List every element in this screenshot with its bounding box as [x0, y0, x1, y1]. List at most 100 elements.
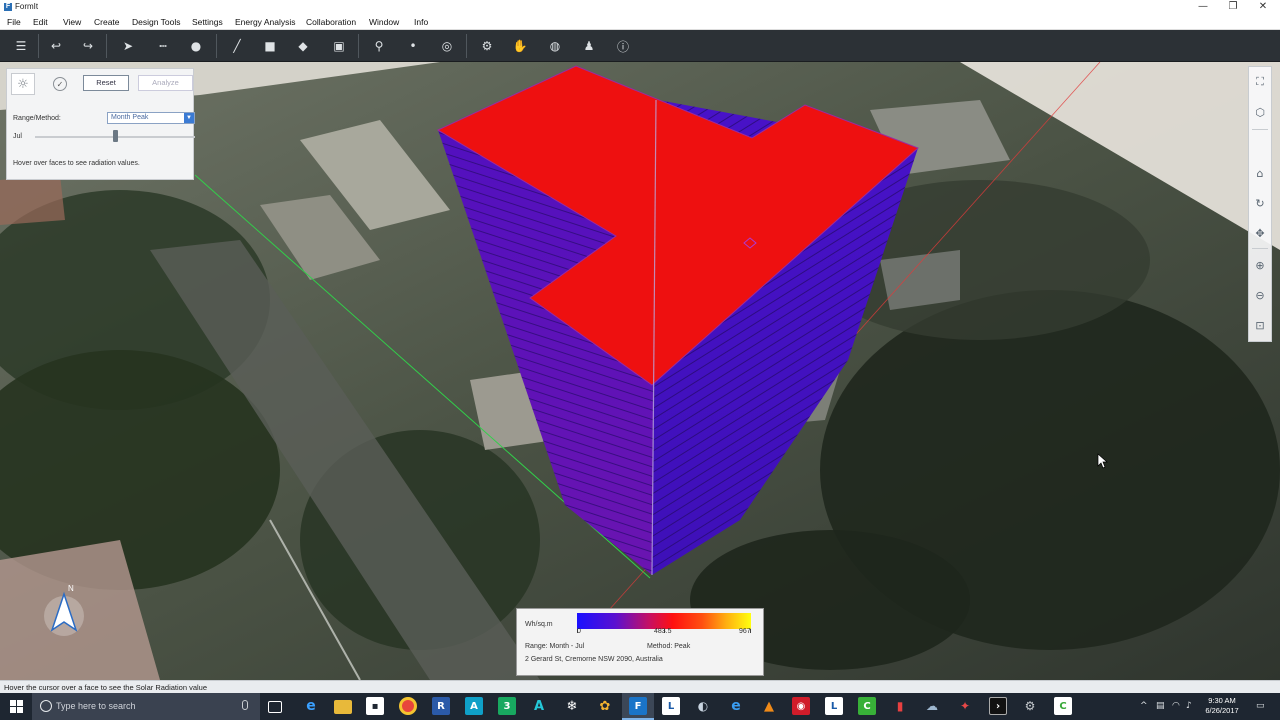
toolbar-divider: [216, 34, 217, 58]
view-cube-icon[interactable]: ⬡: [1251, 103, 1269, 121]
pan-icon[interactable]: ✥: [1251, 224, 1269, 242]
terminal-icon[interactable]: ›: [989, 697, 1007, 715]
internet-explorer-icon[interactable]: e: [727, 697, 745, 715]
legend-method: Method: Peak: [647, 643, 691, 650]
clock-date: 6/26/2017: [1205, 706, 1239, 715]
settings-app-icon[interactable]: ⚙: [1021, 697, 1039, 715]
menu-window[interactable]: Window: [369, 17, 399, 27]
c-app-2-icon[interactable]: C: [1054, 697, 1072, 715]
file-explorer-icon[interactable]: [334, 700, 352, 714]
orbit-icon[interactable]: ◎: [437, 36, 457, 56]
steam-icon[interactable]: ◐: [694, 697, 712, 715]
book-icon[interactable]: ▮: [891, 697, 909, 715]
range-method-label: Range/Method:: [13, 115, 61, 122]
month-slider-handle[interactable]: [112, 130, 118, 142]
flower-icon[interactable]: ✿: [596, 697, 614, 715]
red-app-icon[interactable]: ◉: [792, 697, 810, 715]
task-view-icon[interactable]: [268, 701, 282, 713]
fit-view-icon[interactable]: ⛶: [1251, 73, 1269, 91]
range-method-value: Month Peak: [111, 114, 149, 121]
store-icon[interactable]: ▪: [366, 697, 384, 715]
close-button[interactable]: ✕: [1248, 0, 1278, 14]
analyze-button[interactable]: Analyze: [138, 75, 193, 91]
edge-icon[interactable]: e: [302, 697, 320, 715]
gear-icon[interactable]: ⚙: [477, 36, 497, 56]
menu-settings[interactable]: Settings: [192, 17, 223, 27]
select-icon[interactable]: ➤: [118, 36, 138, 56]
zoom-in-icon[interactable]: ⊕: [1251, 256, 1269, 274]
toolbar-divider: [38, 34, 39, 58]
undo-icon[interactable]: ↩: [46, 36, 66, 56]
menu-create[interactable]: Create: [94, 17, 120, 27]
menu-design-tools[interactable]: Design Tools: [132, 17, 181, 27]
person-icon[interactable]: ♟: [579, 36, 599, 56]
range-method-select[interactable]: Month Peak ▼: [107, 112, 195, 124]
menu-bar: File Edit View Create Design Tools Setti…: [0, 14, 1280, 30]
chrome-icon[interactable]: [399, 697, 417, 715]
volume-icon[interactable]: ♪: [1186, 701, 1192, 711]
network-icon[interactable]: ▤: [1156, 701, 1165, 711]
menu-energy-analysis[interactable]: Energy Analysis: [235, 17, 295, 27]
vlc-icon[interactable]: ▲: [760, 697, 778, 715]
reset-button[interactable]: Reset: [83, 75, 129, 91]
hover-hint: Hover over faces to see radiation values…: [13, 160, 140, 167]
compass-widget[interactable]: N: [40, 584, 88, 636]
windows-start-button[interactable]: [0, 693, 32, 720]
neighbor-roof: [0, 175, 65, 225]
tray-chevron-icon[interactable]: ^: [1140, 701, 1148, 711]
toolbar-divider: [358, 34, 359, 58]
circle-icon[interactable]: ●: [186, 36, 206, 56]
sun-icon[interactable]: ☼: [11, 73, 35, 95]
chevron-down-icon: ▼: [184, 113, 194, 123]
group-icon[interactable]: ▣: [329, 36, 349, 56]
orbit-icon[interactable]: ↻: [1251, 194, 1269, 212]
formit-icon[interactable]: F: [629, 697, 647, 715]
checkmark-icon[interactable]: ✓: [53, 77, 67, 91]
microphone-icon[interactable]: [242, 700, 248, 710]
window-title: FormIt: [15, 2, 39, 11]
autocad-alt-icon[interactable]: A: [530, 697, 548, 715]
info-icon[interactable]: ⓘ: [613, 36, 633, 56]
l-app-icon[interactable]: L: [662, 697, 680, 715]
windows-logo-icon: [9, 700, 23, 713]
push-pull-icon[interactable]: ◆: [293, 36, 313, 56]
taskbar-search[interactable]: Type here to search: [32, 693, 260, 720]
snowflake-icon[interactable]: ❄: [563, 697, 581, 715]
point-icon[interactable]: •: [403, 36, 423, 56]
restore-button[interactable]: ❐: [1218, 0, 1248, 14]
pen-icon[interactable]: ╱: [227, 36, 247, 56]
zoom-out-icon[interactable]: ⊖: [1251, 286, 1269, 304]
cloud-icon[interactable]: ☁: [923, 697, 941, 715]
app-3-icon[interactable]: 3: [498, 697, 516, 715]
home-view-icon[interactable]: ⌂: [1251, 164, 1269, 182]
line-icon[interactable]: ┉: [153, 36, 173, 56]
minimize-button[interactable]: —: [1188, 0, 1218, 14]
zoom-fit-icon[interactable]: ⊡: [1251, 316, 1269, 334]
nav-divider: [1252, 248, 1268, 249]
revit-icon[interactable]: R: [432, 697, 450, 715]
legend-units: Wh/sq.m: [525, 621, 553, 628]
redo-icon[interactable]: ↪: [78, 36, 98, 56]
puzzle-icon[interactable]: ✦: [956, 697, 974, 715]
location-icon[interactable]: ⚲: [369, 36, 389, 56]
windows-taskbar: Type here to search e ▪ R A 3 A ❄ ✿ F L …: [0, 693, 1280, 720]
menu-file[interactable]: File: [7, 17, 21, 27]
l-app-2-icon[interactable]: L: [825, 697, 843, 715]
cube-icon[interactable]: ■: [260, 36, 280, 56]
legend-max: 967: [739, 628, 751, 635]
hand-icon[interactable]: ✋: [510, 36, 530, 56]
legend-min: 0: [577, 628, 581, 635]
menu-edit[interactable]: Edit: [33, 17, 48, 27]
layers-icon[interactable]: ☰: [11, 36, 31, 56]
taskbar-clock[interactable]: 9:30 AM 6/26/2017: [1200, 696, 1244, 716]
compass-icon: [44, 591, 84, 636]
autocad-icon[interactable]: A: [465, 697, 483, 715]
menu-info[interactable]: Info: [414, 17, 428, 27]
globe-icon[interactable]: ◍: [545, 36, 565, 56]
menu-view[interactable]: View: [63, 17, 81, 27]
notifications-icon[interactable]: ▭: [1256, 701, 1265, 711]
month-label: Jul: [13, 133, 22, 140]
menu-collaboration[interactable]: Collaboration: [306, 17, 356, 27]
wifi-icon[interactable]: ◠: [1172, 701, 1180, 711]
c-app-icon[interactable]: C: [858, 697, 876, 715]
